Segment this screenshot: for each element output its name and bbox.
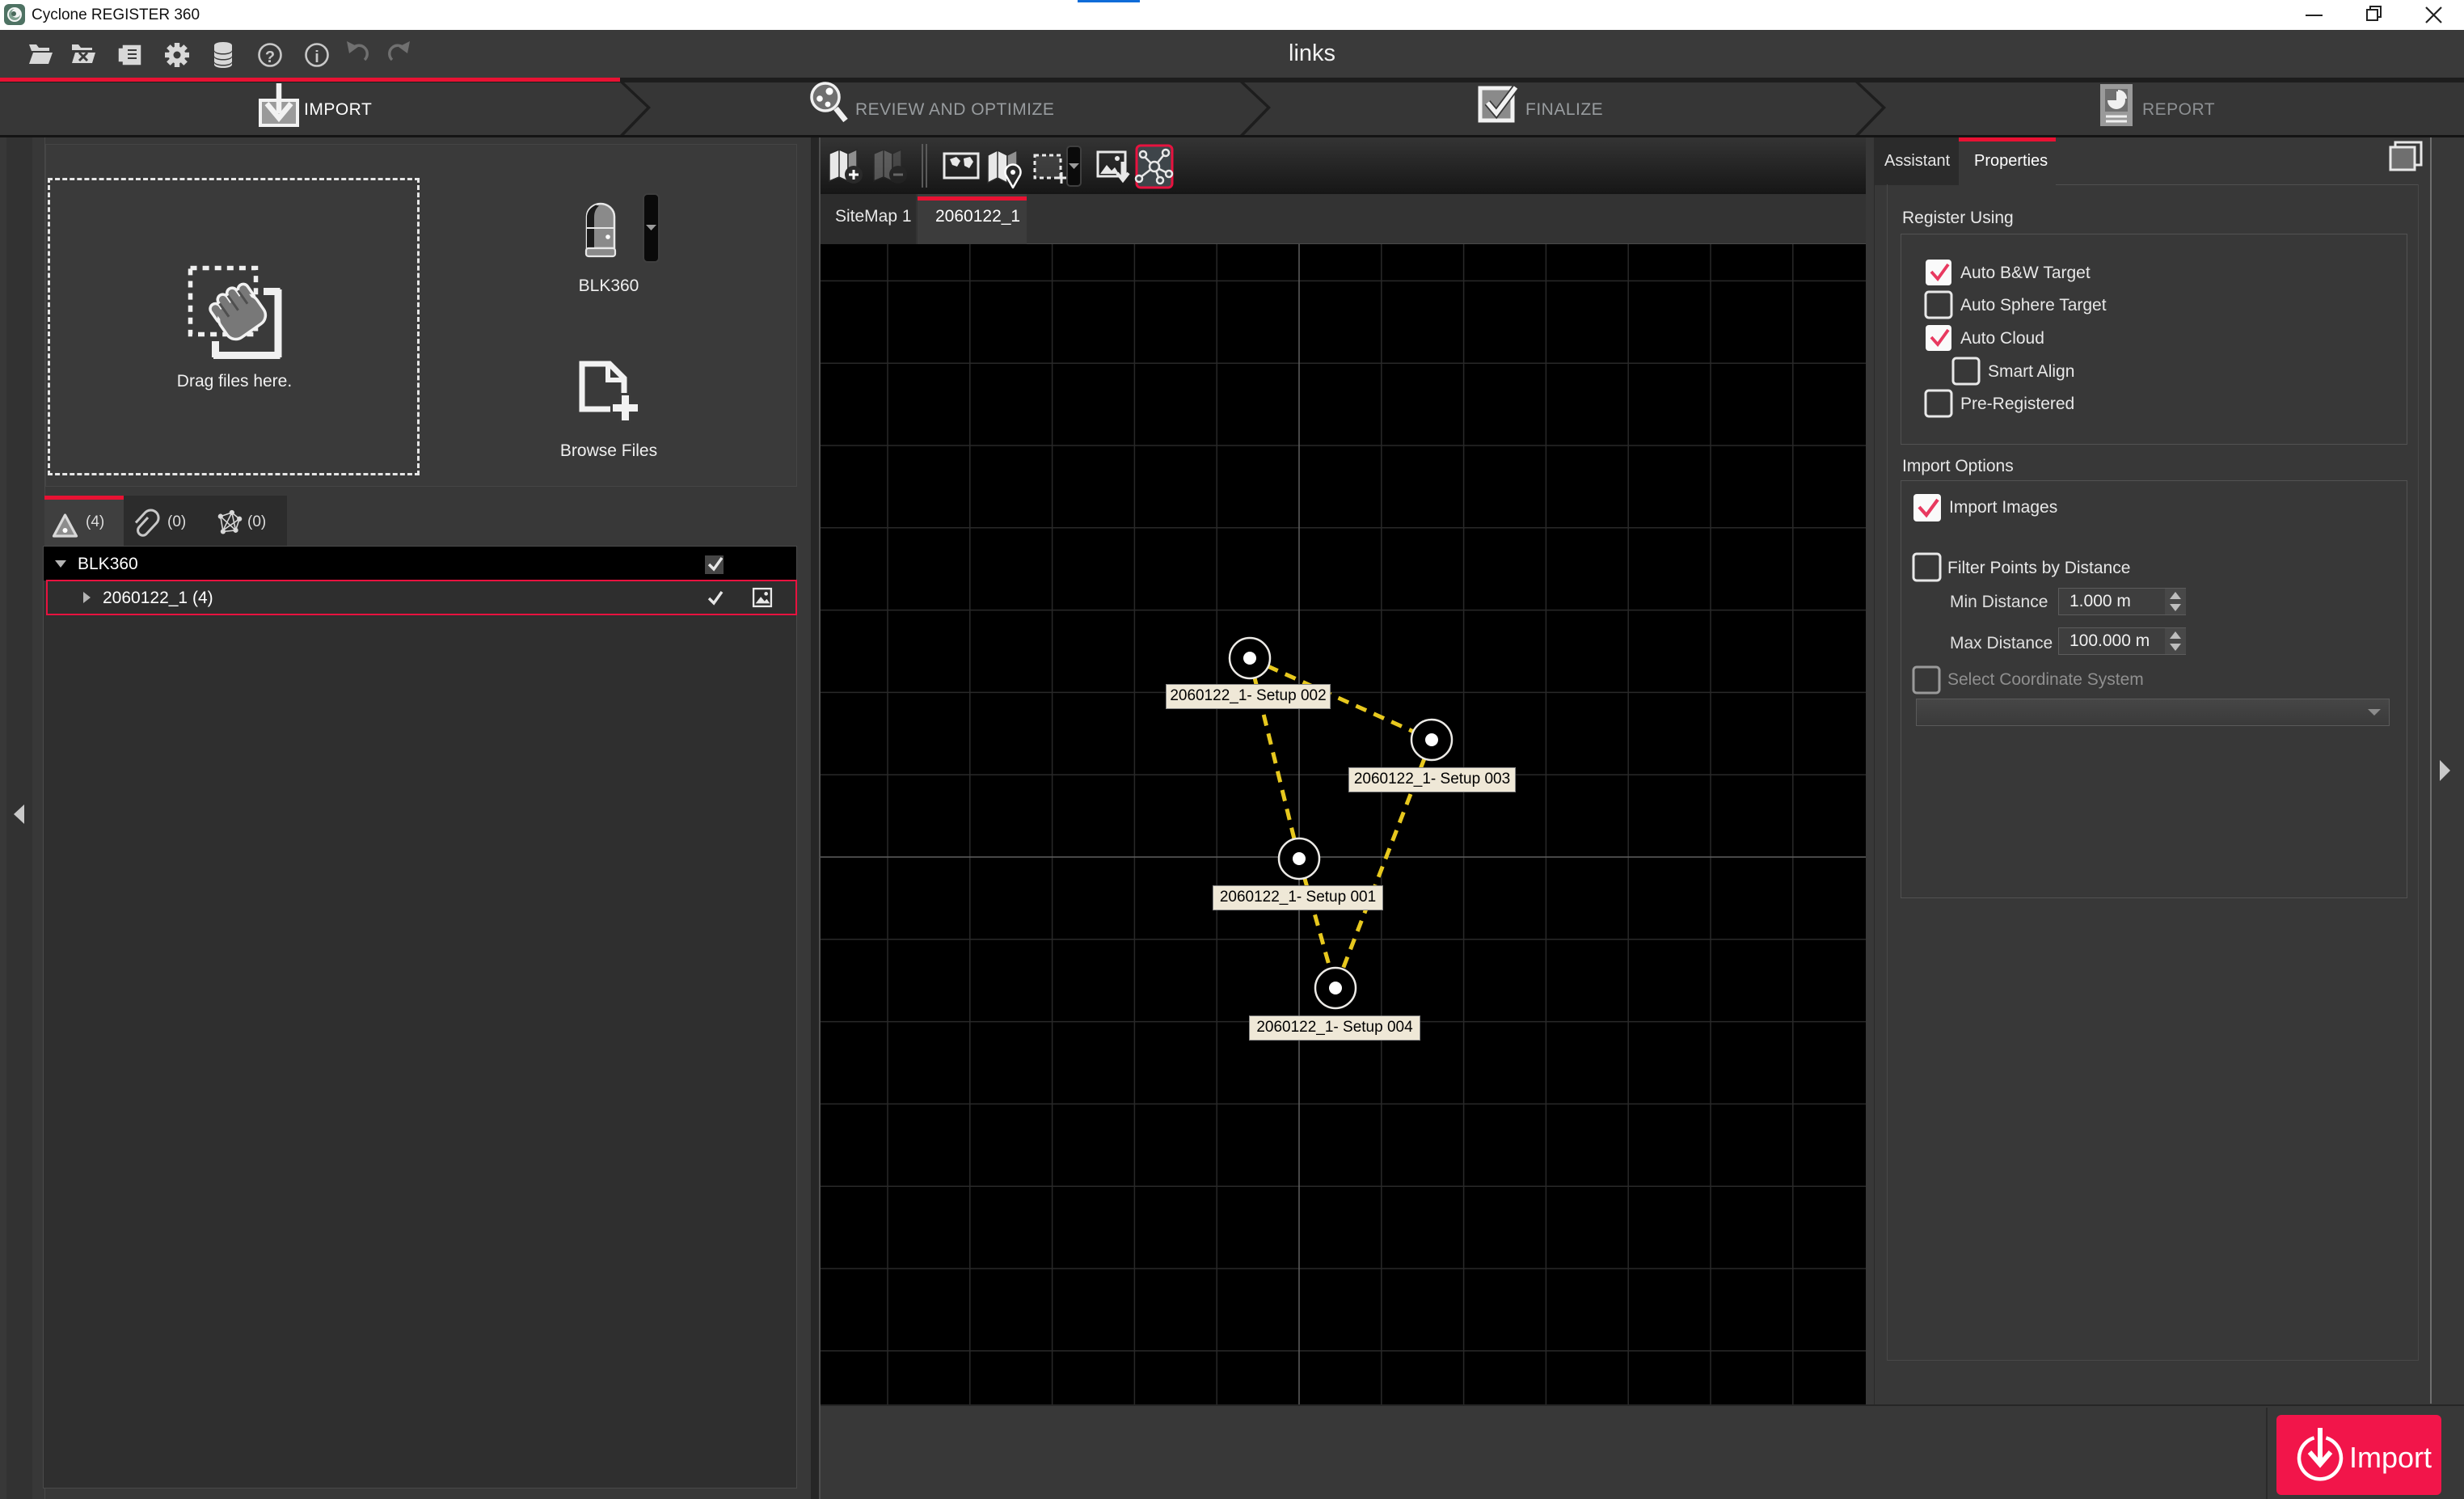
svg-text:i: i [314, 49, 319, 66]
svg-text:?: ? [265, 49, 275, 66]
